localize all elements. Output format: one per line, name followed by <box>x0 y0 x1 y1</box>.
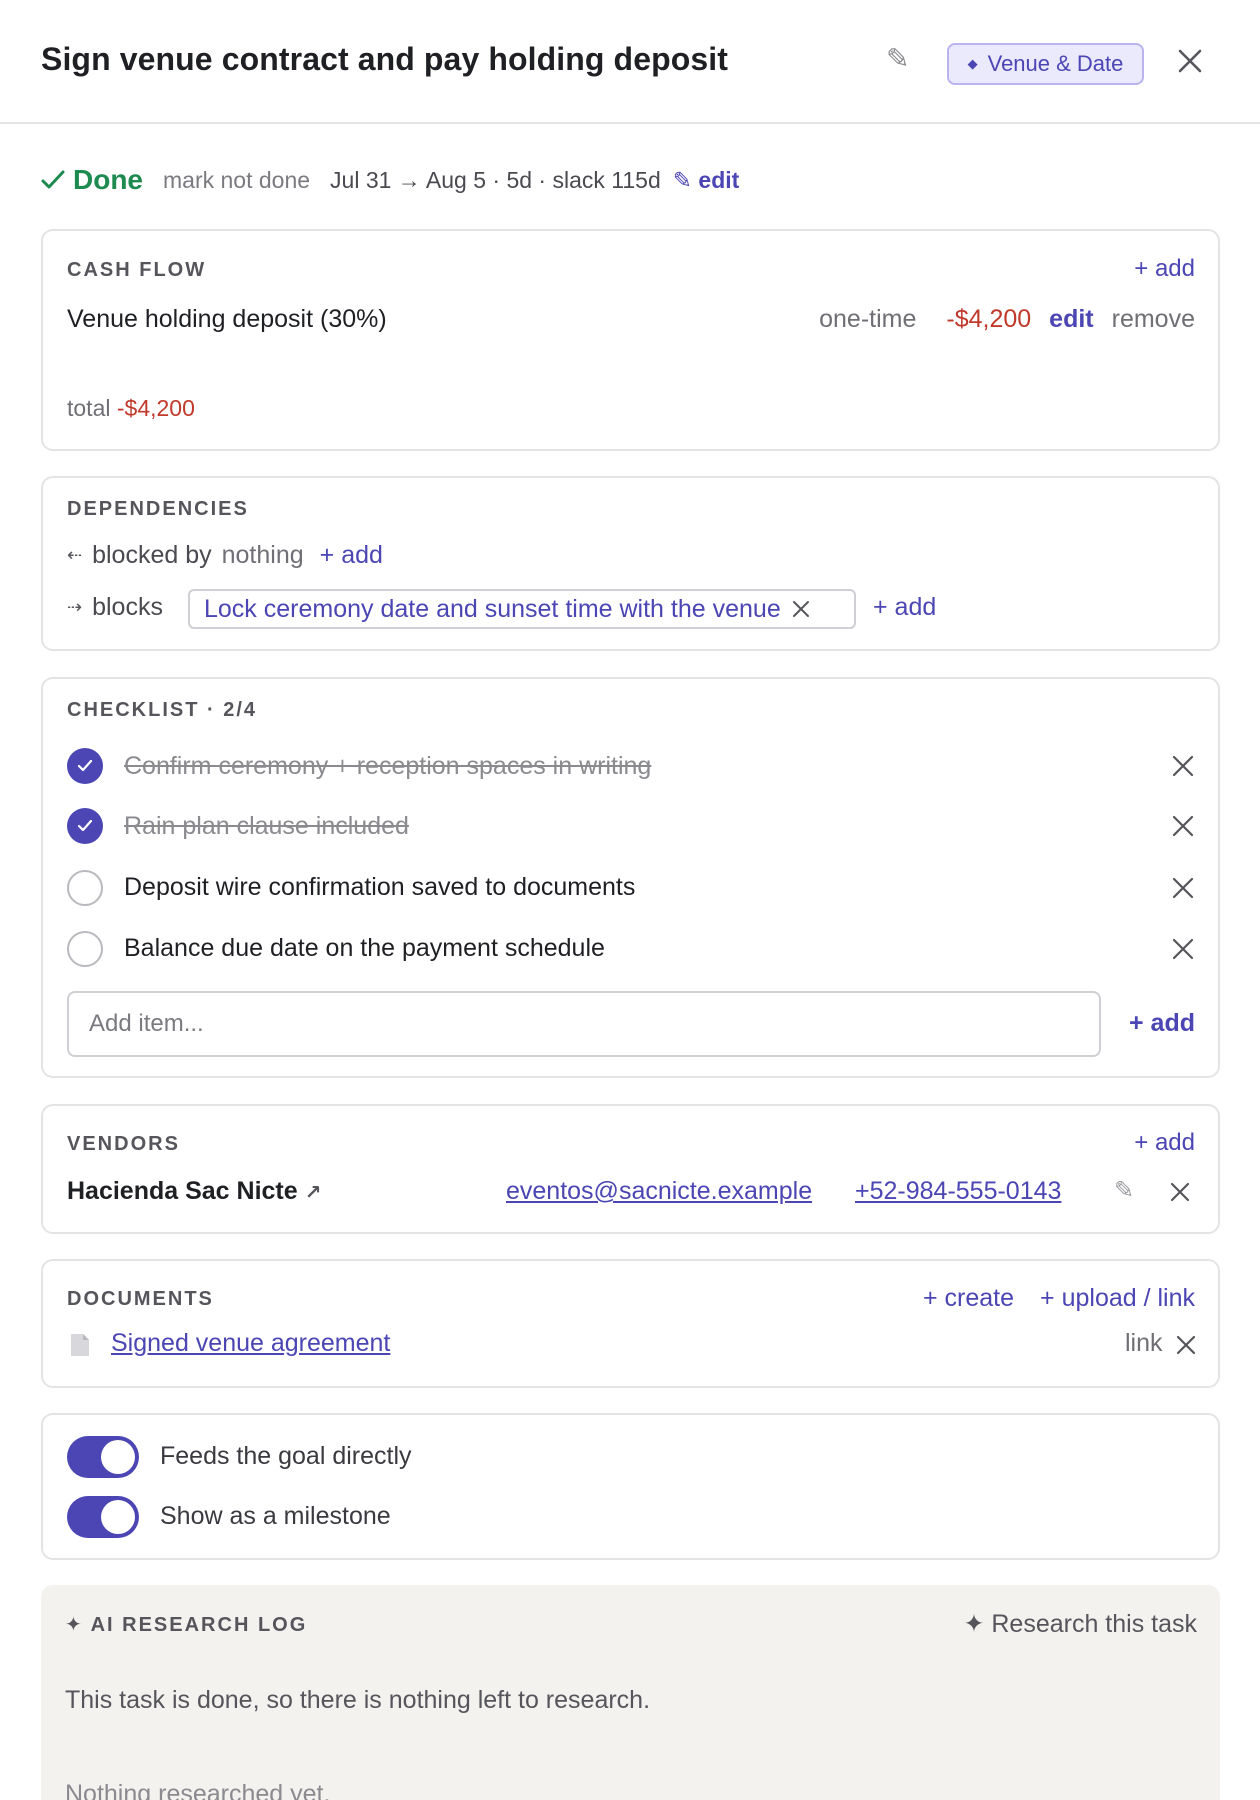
diamond-icon: ◆ <box>967 56 978 71</box>
add-blocks-button[interactable]: + add <box>873 593 936 622</box>
total-label: total <box>67 395 111 421</box>
date-range: Jul 31 → Aug 5 · 5d · slack 115d <box>330 166 661 193</box>
dependencies-card: DEPENDENCIES ⇠ blocked by nothing + add … <box>41 476 1220 651</box>
feeds-goal-label: Feeds the goal directly <box>160 1442 412 1470</box>
add-blocked-by-button[interactable]: + add <box>320 541 383 570</box>
milestone-label: Show as a milestone <box>160 1502 391 1530</box>
checklist-item-text[interactable]: Deposit wire confirmation saved to docum… <box>124 873 635 902</box>
edit-dates-label: edit <box>698 166 740 193</box>
blocked-by-row: ⇠ blocked by nothing + add <box>67 541 383 570</box>
category-tag-label: Venue & Date <box>987 51 1124 76</box>
edit-title-pencil-icon[interactable]: ✎ <box>886 44 916 74</box>
add-cash-flow-button[interactable]: + add <box>1134 255 1195 283</box>
checklist-item-text[interactable]: Rain plan clause included <box>124 812 409 841</box>
category-tag[interactable]: ◆ Venue & Date <box>947 43 1144 85</box>
remove-item-icon[interactable] <box>1171 876 1195 900</box>
checklist-checkbox[interactable] <box>67 931 103 967</box>
vendor-phone-link[interactable]: +52-984-555-0143 <box>855 1177 1061 1206</box>
check-icon <box>77 819 93 832</box>
milestone-toggle[interactable] <box>67 1496 139 1538</box>
feeds-goal-toggle[interactable] <box>67 1436 139 1478</box>
ai-research-label: AI RESEARCH LOG <box>90 1614 308 1636</box>
total-value: -$4,200 <box>116 395 195 421</box>
upload-document-button[interactable]: + upload / link <box>1040 1284 1195 1313</box>
task-header: Sign venue contract and pay holding depo… <box>0 0 1260 124</box>
cash-flow-item-name: Venue holding deposit (30%) <box>67 305 387 333</box>
task-title: Sign venue contract and pay holding depo… <box>41 41 729 77</box>
remove-item-icon[interactable] <box>1171 754 1195 778</box>
cash-flow-item-row-actions: one-time -$4,200 edit remove <box>819 305 1195 334</box>
check-icon <box>77 759 93 772</box>
sparkle-icon: ✦ <box>65 1614 84 1636</box>
edit-cash-flow-button[interactable]: edit <box>1049 305 1093 334</box>
documents-label: DOCUMENTS <box>67 1288 214 1310</box>
blocked-by-label: blocked by <box>92 541 212 569</box>
external-link-icon: ↗ <box>304 1182 322 1204</box>
ai-research-header: ✦ AI RESEARCH LOG <box>65 1612 307 1637</box>
vendors-card: VENDORS + add Hacienda Sac Nicte ↗ event… <box>41 1104 1220 1234</box>
checkmark-icon <box>41 170 65 189</box>
remove-vendor-icon[interactable] <box>1169 1181 1191 1203</box>
remove-item-icon[interactable] <box>1171 814 1195 838</box>
ai-research-card: ✦ AI RESEARCH LOG ✦ Research this task T… <box>41 1585 1220 1800</box>
cash-flow-card: CASH FLOW + add Venue holding deposit (3… <box>41 229 1220 451</box>
checklist-item-text[interactable]: Confirm ceremony + reception spaces in w… <box>124 752 651 781</box>
arrow-right-icon: ⇢ <box>67 597 83 617</box>
cash-flow-label: CASH FLOW <box>67 259 207 281</box>
create-document-button[interactable]: + create <box>923 1284 1014 1313</box>
sparkle-icon: ✦ <box>963 1610 985 1638</box>
done-label: Done <box>73 164 143 195</box>
checklist-item-text[interactable]: Balance due date on the payment schedule <box>124 934 605 963</box>
ai-research-message: This task is done, so there is nothing l… <box>65 1686 651 1714</box>
cash-flow-total: total -$4,200 <box>67 395 195 422</box>
pencil-icon: ✎ <box>672 166 693 193</box>
checklist-label: CHECKLIST · 2/4 <box>67 699 258 721</box>
cash-flow-frequency: one-time <box>819 305 917 333</box>
checklist-checkbox[interactable] <box>67 748 103 784</box>
done-status: Done <box>41 164 143 196</box>
mark-not-done-button[interactable]: mark not done <box>163 167 310 194</box>
cash-flow-amount: -$4,200 <box>946 305 1032 333</box>
remove-document-icon[interactable] <box>1175 1334 1197 1356</box>
vendor-email-link[interactable]: eventos@sacnicte.example <box>506 1177 812 1206</box>
add-item-input[interactable] <box>67 991 1101 1057</box>
checklist-checkbox[interactable] <box>67 808 103 844</box>
document-link[interactable]: Signed venue agreement <box>111 1329 390 1358</box>
blocks-chip[interactable]: Lock ceremony date and sunset time with … <box>188 589 856 629</box>
research-task-label: Research this task <box>991 1610 1197 1638</box>
research-task-button[interactable]: ✦ Research this task <box>963 1609 1197 1639</box>
remove-item-icon[interactable] <box>1171 937 1195 961</box>
blocks-row: ⇢ blocks <box>67 593 163 622</box>
edit-vendor-pencil-icon[interactable]: ✎ <box>1114 1176 1134 1205</box>
checklist-checkbox[interactable] <box>67 870 103 906</box>
add-item-button[interactable]: + add <box>1129 1009 1195 1038</box>
document-type: link <box>1125 1329 1163 1357</box>
vendors-label: VENDORS <box>67 1133 180 1155</box>
ai-research-empty: Nothing researched yet. <box>65 1780 331 1800</box>
document-file-icon <box>71 1334 89 1356</box>
add-vendor-button[interactable]: + add <box>1134 1129 1195 1157</box>
edit-dates-button[interactable]: ✎ edit <box>673 167 740 194</box>
arrow-left-icon: ⇠ <box>67 545 83 565</box>
blocks-chip-label: Lock ceremony date and sunset time with … <box>204 594 781 623</box>
status-row: Done mark not done Jul 31 → Aug 5 · 5d ·… <box>41 162 739 198</box>
document-actions: + create + upload / link <box>923 1284 1195 1313</box>
checklist-card: CHECKLIST · 2/4 Confirm ceremony + recep… <box>41 677 1220 1078</box>
remove-dependency-icon[interactable] <box>791 599 811 619</box>
dependencies-label: DEPENDENCIES <box>67 498 249 520</box>
vendor-name-link[interactable]: Hacienda Sac Nicte ↗ <box>67 1177 321 1206</box>
toggles-card: Feeds the goal directly Show as a milest… <box>41 1413 1220 1560</box>
remove-cash-flow-button[interactable]: remove <box>1112 305 1195 334</box>
blocks-label: blocks <box>92 593 163 621</box>
vendor-name: Hacienda Sac Nicte <box>67 1177 298 1205</box>
blocked-by-value: nothing <box>221 541 304 569</box>
close-icon[interactable] <box>1175 46 1205 76</box>
documents-card: DOCUMENTS + create + upload / link Signe… <box>41 1259 1220 1388</box>
